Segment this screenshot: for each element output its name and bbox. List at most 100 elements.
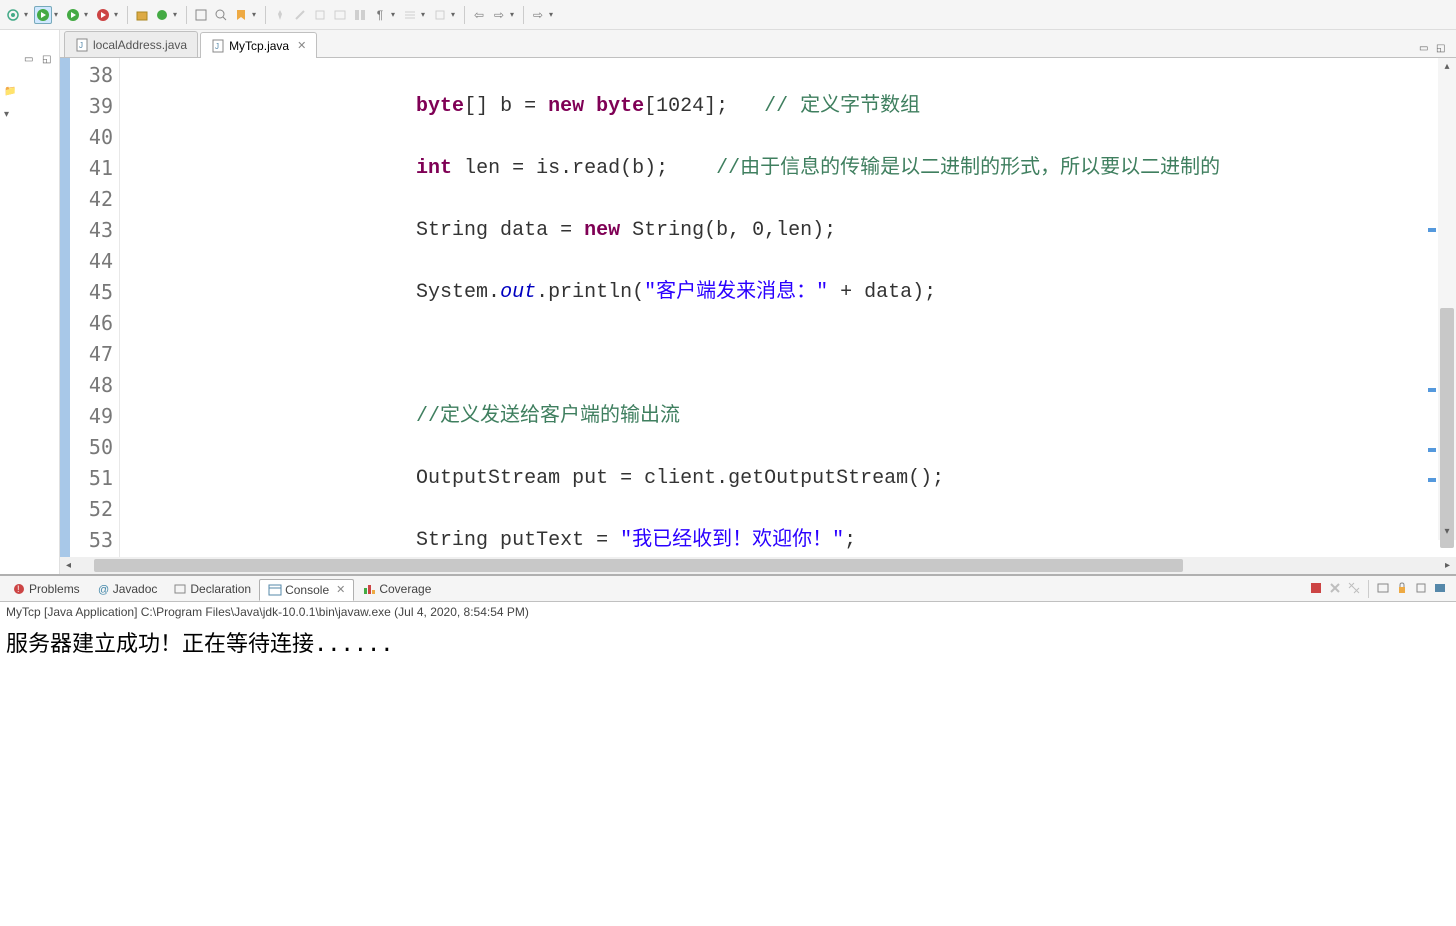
left-sidebar: ▭ ◱ 📁 ▾ <box>0 30 60 574</box>
coverage-icon <box>362 582 376 596</box>
code-text[interactable]: byte[] b = new byte[1024]; // 定义字节数组 int… <box>120 58 1456 557</box>
tab-console[interactable]: Console ✕ <box>259 579 354 601</box>
maximize-view-icon[interactable]: ◱ <box>1436 43 1450 57</box>
dropdown-icon[interactable]: ▾ <box>451 10 459 19</box>
line-number: 42 <box>70 184 113 215</box>
horizontal-scrollbar[interactable]: ◂ ▸ <box>60 557 1456 574</box>
search-icon[interactable] <box>212 6 230 24</box>
package-explorer-icon[interactable]: 📁 <box>4 86 18 100</box>
new-class-icon[interactable] <box>153 6 171 24</box>
display-console-icon[interactable] <box>1432 580 1448 596</box>
tab-label: localAddress.java <box>93 38 187 52</box>
tab-coverage[interactable]: Coverage <box>354 579 439 599</box>
bottom-panel: ! Problems @ Javadoc Declaration Console… <box>0 574 1456 924</box>
bottom-tab-bar: ! Problems @ Javadoc Declaration Console… <box>0 576 1456 602</box>
run-icon[interactable] <box>34 6 52 24</box>
tab-declaration[interactable]: Declaration <box>165 579 259 599</box>
scroll-up-icon[interactable]: ▴ <box>1438 58 1456 75</box>
line-number: 39 <box>70 91 113 122</box>
dropdown-icon[interactable]: ▾ <box>252 10 260 19</box>
restore-icon[interactable]: ◱ <box>42 54 56 68</box>
dropdown-icon[interactable]: ▾ <box>510 10 518 19</box>
dropdown-icon[interactable]: ▾ <box>173 10 181 19</box>
separator <box>127 6 128 24</box>
clear-console-icon[interactable] <box>1375 580 1391 596</box>
form-icon[interactable] <box>331 6 349 24</box>
dropdown-icon[interactable]: ▾ <box>391 10 399 19</box>
nav-icon[interactable] <box>431 6 449 24</box>
view-menu-icon[interactable]: ▾ <box>4 109 9 120</box>
line-number: 48 <box>70 370 113 401</box>
tab-localaddress[interactable]: J localAddress.java <box>64 31 198 57</box>
javadoc-icon: @ <box>96 582 110 596</box>
console-output[interactable]: 服务器建立成功！正在等待连接...... <box>0 622 1456 924</box>
open-type-icon[interactable] <box>192 6 210 24</box>
scroll-left-icon[interactable]: ◂ <box>60 557 77 574</box>
svg-text:@: @ <box>98 584 109 596</box>
pilcrow-icon[interactable]: ¶ <box>371 6 389 24</box>
problems-icon: ! <box>12 582 26 596</box>
line-number: 45 <box>70 277 113 308</box>
line-number: 44 <box>70 246 113 277</box>
new-package-icon[interactable] <box>133 6 151 24</box>
code-editor[interactable]: 38 39 40 41 42 43 44 45 46 47 48 49 50 5… <box>60 58 1456 557</box>
tab-mytcp[interactable]: J MyTcp.java ✕ <box>200 32 317 58</box>
vertical-scrollbar[interactable]: ▴ ▾ <box>1438 58 1456 540</box>
line-number: 52 <box>70 494 113 525</box>
svg-text:!: ! <box>17 584 20 594</box>
close-icon[interactable]: ✕ <box>297 39 306 52</box>
console-launch-header: MyTcp [Java Application] C:\Program File… <box>0 602 1456 622</box>
remove-all-icon[interactable] <box>1346 580 1362 596</box>
dropdown-icon[interactable]: ▾ <box>84 10 92 19</box>
separator <box>464 6 465 24</box>
layout-icon[interactable] <box>351 6 369 24</box>
debug-icon[interactable] <box>4 6 22 24</box>
svg-text:J: J <box>215 42 219 51</box>
line-number: 51 <box>70 463 113 494</box>
close-icon[interactable]: ✕ <box>336 583 345 596</box>
line-number: 49 <box>70 401 113 432</box>
console-toolbar <box>1308 580 1452 598</box>
coverage-run-icon[interactable] <box>64 6 82 24</box>
dropdown-icon[interactable]: ▾ <box>549 10 557 19</box>
line-number: 46 <box>70 308 113 339</box>
scroll-down-icon[interactable]: ▾ <box>1438 523 1456 540</box>
remove-terminated-icon[interactable] <box>1327 580 1343 596</box>
terminate-icon[interactable] <box>1308 580 1324 596</box>
external-run-icon[interactable] <box>94 6 112 24</box>
scrollbar-thumb[interactable] <box>1440 308 1454 548</box>
pin-console-icon[interactable] <box>1413 580 1429 596</box>
minimize-view-icon[interactable]: ▭ <box>1419 43 1433 57</box>
minimize-icon[interactable]: ▭ <box>24 54 38 68</box>
indent-icon[interactable] <box>401 6 419 24</box>
dropdown-icon[interactable]: ▾ <box>114 10 122 19</box>
pin-icon[interactable] <box>271 6 289 24</box>
tab-problems[interactable]: ! Problems <box>4 579 88 599</box>
dropdown-icon[interactable]: ▾ <box>24 10 32 19</box>
line-number: 50 <box>70 432 113 463</box>
back-icon[interactable]: ⇦ <box>470 6 488 24</box>
dropdown-icon[interactable]: ▾ <box>54 10 62 19</box>
coverage-ruler <box>60 58 70 557</box>
last-edit-icon[interactable]: ⇨ <box>529 6 547 24</box>
toggle-mark-icon[interactable] <box>232 6 250 24</box>
tab-label: MyTcp.java <box>229 39 289 53</box>
line-number: 53 <box>70 525 113 556</box>
forward-icon[interactable]: ⇨ <box>490 6 508 24</box>
overview-ruler[interactable] <box>1426 58 1438 540</box>
scroll-right-icon[interactable]: ▸ <box>1439 557 1456 574</box>
scrollbar-thumb[interactable] <box>94 559 1183 572</box>
scroll-lock-icon[interactable] <box>1394 580 1410 596</box>
editor-area: ▭ ◱ 📁 ▾ J localAddress.java J MyTcp.java… <box>0 30 1456 574</box>
edit-icon[interactable] <box>311 6 329 24</box>
main-toolbar: ▾ ▾ ▾ ▾ ▾ ▾ ¶ ▾ ▾ ▾ ⇦ ⇨ ▾ ⇨ ▾ <box>0 0 1456 30</box>
separator <box>1368 580 1369 598</box>
tab-javadoc[interactable]: @ Javadoc <box>88 579 166 599</box>
wand-icon[interactable] <box>291 6 309 24</box>
dropdown-icon[interactable]: ▾ <box>421 10 429 19</box>
separator <box>523 6 524 24</box>
line-number: 47 <box>70 339 113 370</box>
java-file-icon: J <box>211 39 225 53</box>
separator <box>265 6 266 24</box>
java-file-icon: J <box>75 38 89 52</box>
